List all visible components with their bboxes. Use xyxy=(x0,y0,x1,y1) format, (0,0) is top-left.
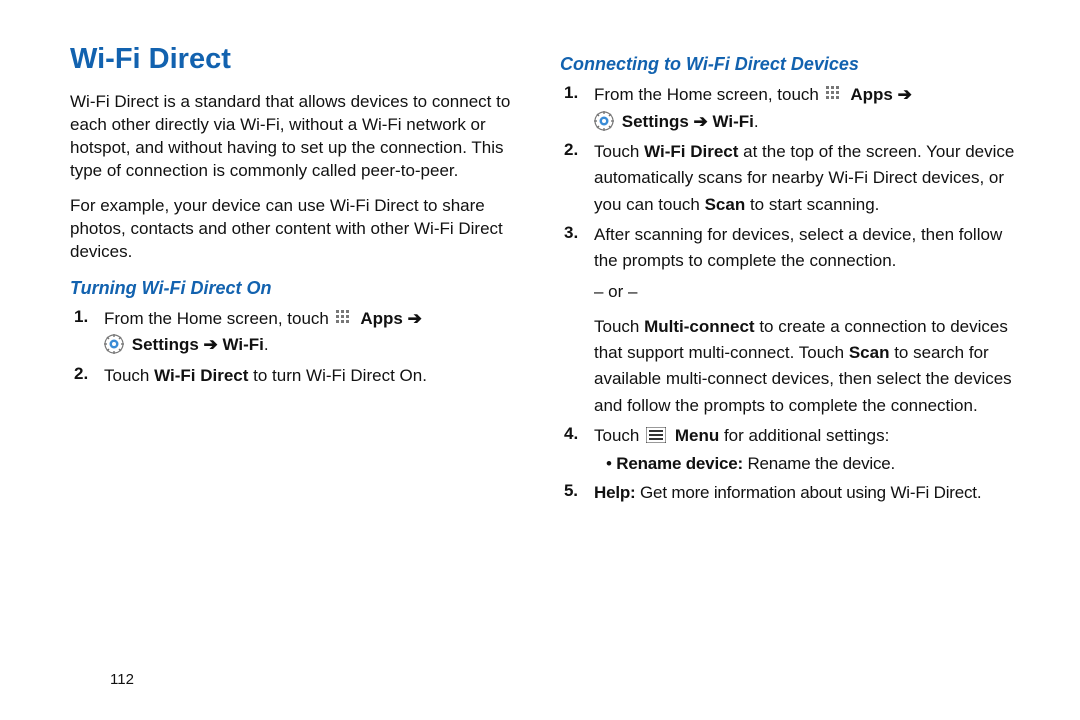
subheading-connecting: Connecting to Wi-Fi Direct Devices xyxy=(560,52,1020,76)
step-text: Touch Wi-Fi Direct to turn Wi-Fi Direct … xyxy=(104,366,427,385)
step-number: 4. xyxy=(564,423,578,446)
step-5: 5. Help: Get more information about usin… xyxy=(594,480,1020,506)
step-number: 2. xyxy=(564,139,578,162)
settings-gear-icon xyxy=(104,334,124,354)
step-number: 5. xyxy=(564,480,578,503)
step-3: 3. After scanning for devices, select a … xyxy=(594,222,1020,419)
left-column: Wi-Fi Direct Wi-Fi Direct is a standard … xyxy=(70,40,530,690)
intro-paragraph-1: Wi-Fi Direct is a standard that allows d… xyxy=(70,91,530,183)
step-text-alt: Touch Multi-connect to create a connecti… xyxy=(594,317,1012,415)
step-text: Touch Menu for additional settings: xyxy=(594,426,889,445)
step-text: Touch Wi-Fi Direct at the top of the scr… xyxy=(594,142,1014,214)
step-4: 4. Touch Menu for additional settings: xyxy=(594,423,1020,476)
step-number: 2. xyxy=(74,363,88,386)
steps-turning-on: 1. From the Home screen, touch Apps ➔ xyxy=(70,306,530,389)
step-1: 1. From the Home screen, touch Apps ➔ xyxy=(594,82,1020,135)
page-number: 112 xyxy=(110,670,134,690)
subheading-turning-on: Turning Wi-Fi Direct On xyxy=(70,276,530,300)
page-title: Wi-Fi Direct xyxy=(70,40,530,79)
step-2: 2. Touch Wi-Fi Direct at the top of the … xyxy=(594,139,1020,218)
step-2: 2. Touch Wi-Fi Direct to turn Wi-Fi Dire… xyxy=(104,363,530,389)
or-divider: – or – xyxy=(594,281,1020,304)
settings-gear-icon xyxy=(594,111,614,131)
step-text: Help: Get more information about using W… xyxy=(594,483,981,502)
step-number: 3. xyxy=(564,222,578,245)
apps-grid-icon xyxy=(825,85,843,103)
step-text: From the Home screen, touch Apps ➔ xyxy=(104,309,422,354)
step-number: 1. xyxy=(564,82,578,105)
step-text: From the Home screen, touch Apps ➔ xyxy=(594,85,912,130)
menu-hamburger-icon xyxy=(646,427,666,443)
sub-bullet-rename: Rename device: Rename the device. xyxy=(606,453,1020,476)
step-1: 1. From the Home screen, touch Apps ➔ xyxy=(104,306,530,359)
steps-connecting: 1. From the Home screen, touch Apps ➔ xyxy=(560,82,1020,506)
intro-paragraph-2: For example, your device can use Wi-Fi D… xyxy=(70,195,530,264)
step-text: After scanning for devices, select a dev… xyxy=(594,225,1002,270)
apps-grid-icon xyxy=(335,309,353,327)
right-column: Connecting to Wi-Fi Direct Devices 1. Fr… xyxy=(560,40,1020,690)
step-number: 1. xyxy=(74,306,88,329)
manual-page: Wi-Fi Direct Wi-Fi Direct is a standard … xyxy=(0,0,1080,720)
